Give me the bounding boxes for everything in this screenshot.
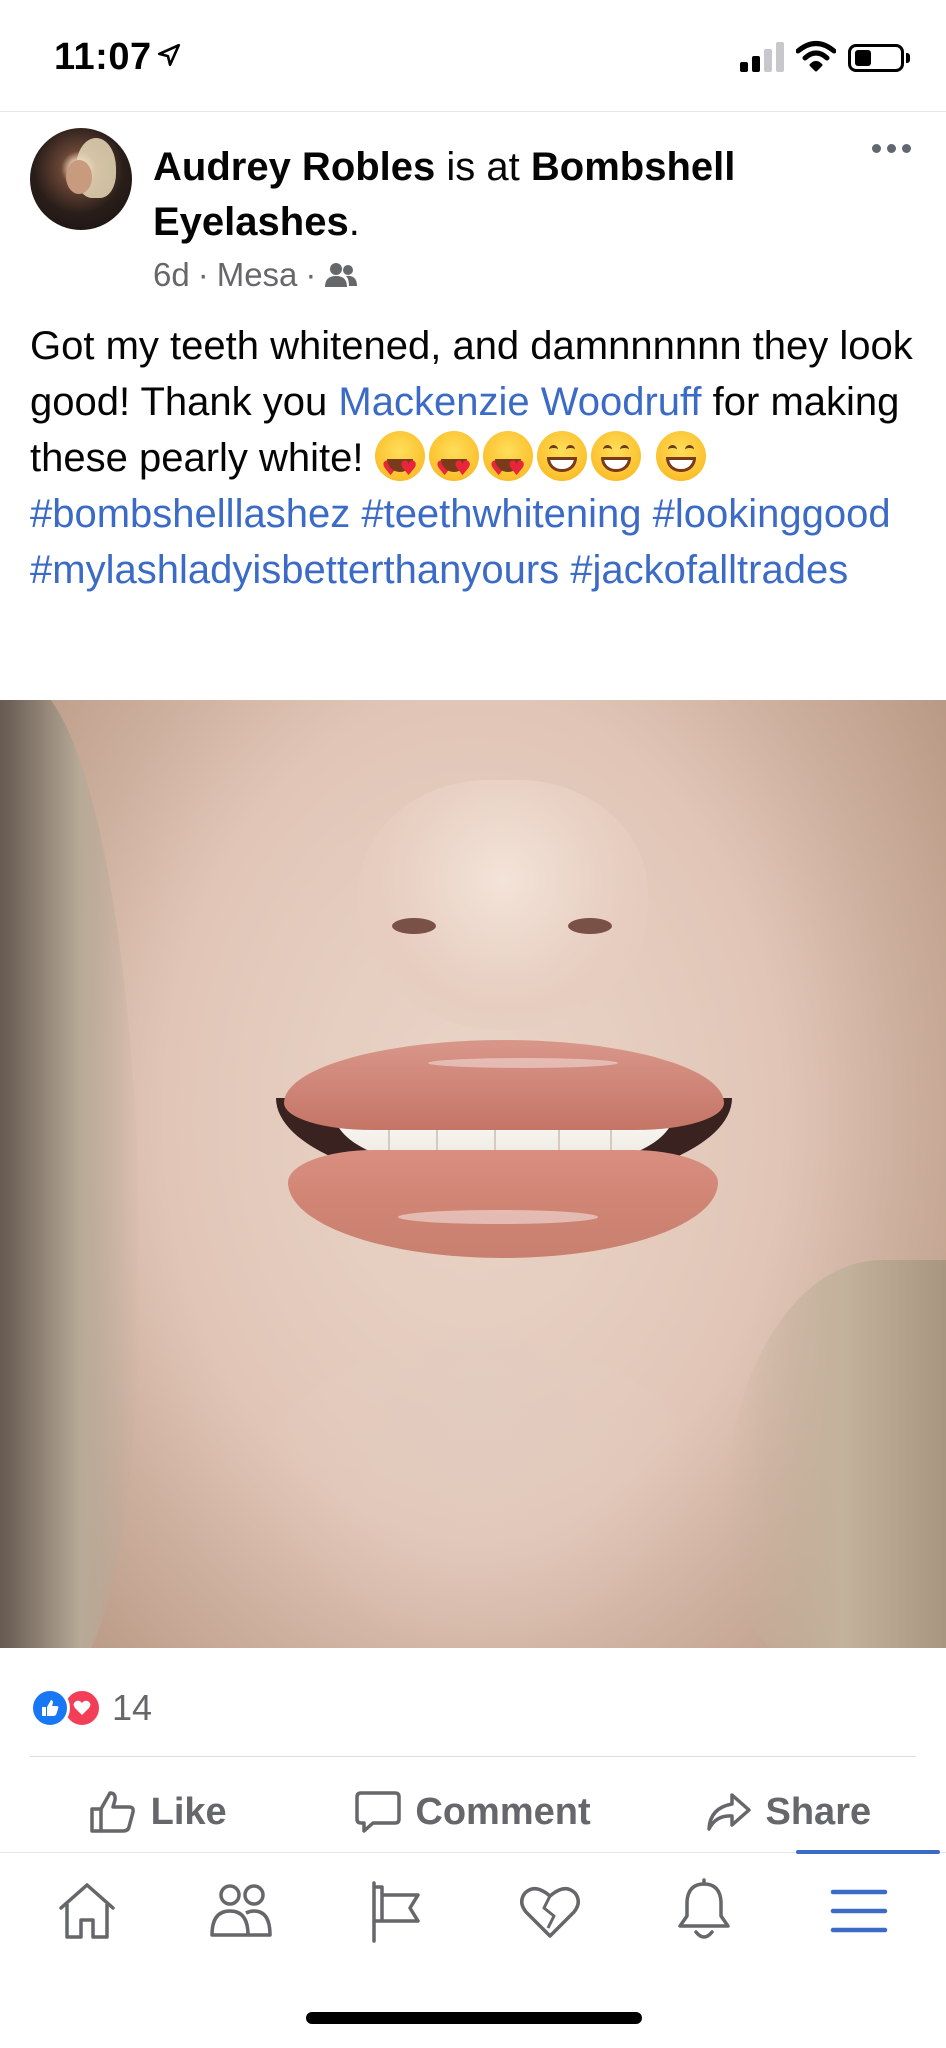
hashtag-link[interactable]: #mylashladyisbetterthanyours <box>30 548 559 592</box>
heart-eyes-emoji <box>374 431 425 496</box>
hashtag-link[interactable]: #jackofalltrades <box>570 548 848 592</box>
like-button[interactable]: Like <box>0 1774 315 1850</box>
home-icon <box>59 1883 115 1939</box>
like-reaction-icon <box>30 1688 70 1728</box>
notifications-bell-icon <box>678 1878 731 1939</box>
menu-icon <box>830 1889 888 1933</box>
mention-link[interactable]: Mackenzie Woodruff <box>338 380 701 424</box>
share-label: Share <box>765 1790 872 1833</box>
share-button[interactable]: Share <box>631 1774 946 1850</box>
post-time[interactable]: 6d <box>153 256 190 294</box>
heart-eyes-emoji <box>482 431 533 496</box>
comment-icon <box>355 1791 402 1833</box>
like-label: Like <box>150 1790 227 1833</box>
nav-notifications[interactable] <box>644 1861 764 1961</box>
hashtag-link[interactable]: #lookinggood <box>653 492 891 536</box>
heart-eyes-emoji <box>428 431 479 496</box>
author-name[interactable]: Audrey Robles <box>153 145 435 189</box>
comment-button[interactable]: Comment <box>315 1774 630 1850</box>
grin-emoji <box>536 431 587 481</box>
post-actions: Like Comment Share <box>0 1774 946 1850</box>
divider <box>30 1756 916 1757</box>
header-connector: is at <box>435 145 531 189</box>
nav-menu[interactable] <box>799 1861 919 1961</box>
grin-emoji <box>590 431 641 481</box>
post-header: Audrey Robles is at Bombshell Eyelashes. <box>153 145 736 244</box>
nav-pages[interactable] <box>336 1861 456 1961</box>
pages-flag-icon <box>372 1881 420 1943</box>
post-text: Got my teeth whitened, and damnnnnnn the… <box>30 318 920 598</box>
post-location[interactable]: Mesa <box>217 256 298 294</box>
hashtag-link[interactable]: #teethwhitening <box>361 492 641 536</box>
comment-label: Comment <box>415 1790 591 1833</box>
nav-home[interactable] <box>27 1861 147 1961</box>
reaction-count: 14 <box>112 1687 153 1728</box>
grin-emoji <box>655 431 706 481</box>
dating-heart-icon <box>520 1886 581 1938</box>
friends-icon <box>210 1884 273 1937</box>
status-time: 11:07 <box>54 36 152 78</box>
nav-friends[interactable] <box>181 1861 301 1961</box>
friends-icon <box>325 263 358 287</box>
bottom-nav <box>0 1856 946 1966</box>
location-arrow-icon <box>157 43 181 67</box>
reactions-summary[interactable]: 14 <box>30 1686 152 1730</box>
wifi-icon <box>796 41 836 72</box>
battery-icon <box>848 44 904 72</box>
home-indicator[interactable] <box>306 2012 642 2024</box>
more-options-icon[interactable] <box>872 144 918 160</box>
share-arrow-icon <box>706 1793 751 1831</box>
nav-dating[interactable] <box>490 1861 610 1961</box>
hashtag-link[interactable]: #bombshelllashez <box>30 492 350 536</box>
active-tab-indicator <box>796 1850 940 1854</box>
status-bar: 11:07 <box>0 0 946 112</box>
cellular-signal-icon <box>740 42 786 72</box>
avatar[interactable] <box>30 128 132 230</box>
post-meta: 6d · Mesa · <box>153 256 358 294</box>
post-photo[interactable] <box>0 700 946 1648</box>
thumbs-up-icon <box>89 1791 135 1833</box>
